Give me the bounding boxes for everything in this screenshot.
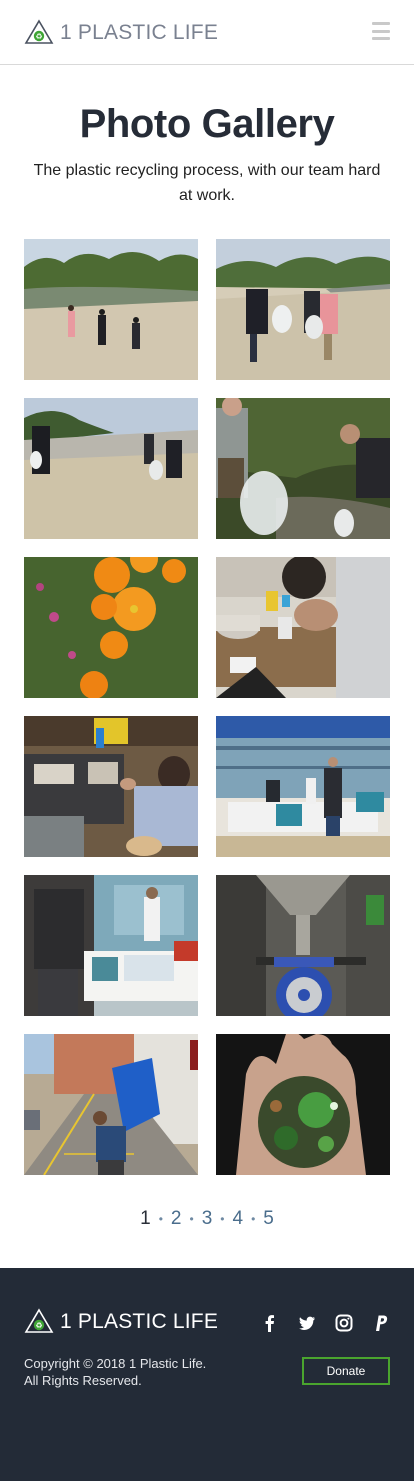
copyright-line-2: All Rights Reserved. [24,1373,142,1388]
page-link-4[interactable]: 4 [232,1208,243,1230]
pager-separator: • [220,1212,225,1226]
gallery-photo-river-cleanup-group[interactable] [24,239,198,380]
brand-logo-link[interactable]: ♻ 1 PLASTIC LIFE [24,19,218,45]
svg-text:♻: ♻ [35,1321,42,1330]
gallery-photo-lab-inspecting[interactable] [216,557,390,698]
gallery-photo-shredder-machine[interactable] [216,875,390,1016]
top-nav-bar: ♻ 1 PLASTIC LIFE [0,0,414,65]
gallery-photo-outdoor-booth[interactable] [216,716,390,857]
page-link-1[interactable]: 1 [140,1208,151,1230]
footer-brand-logo[interactable]: ♻ 1 PLASTIC LIFE [24,1308,218,1334]
page: ♻ 1 PLASTIC LIFE Photo Gallery The plast… [0,0,414,1481]
svg-text:♻: ♻ [35,32,42,41]
pagination: 1 • 2 • 3 • 4 • 5 [0,1207,414,1231]
pager-separator: • [158,1212,163,1226]
page-subtitle: The plastic recycling process, with our … [33,162,381,204]
gallery-photo-recycled-plastic-disc[interactable] [216,1034,390,1175]
site-footer: ♻ 1 PLASTIC LIFE Copyright © 2018 1 Plas… [0,1268,414,1481]
paypal-icon[interactable] [372,1314,390,1332]
gallery-photo-blue-cups-alley[interactable] [24,1034,198,1175]
gallery-photo-creek-cleanup[interactable] [216,398,390,539]
page-link-5[interactable]: 5 [263,1208,274,1230]
twitter-icon[interactable] [298,1314,316,1332]
pager-separator: • [189,1212,194,1226]
gallery-photo-orange-poppies[interactable] [24,557,198,698]
facebook-icon[interactable] [261,1314,279,1332]
social-links [261,1314,390,1332]
copyright-text: Copyright © 2018 1 Plastic Life. All Rig… [24,1355,244,1389]
page-link-2[interactable]: 2 [171,1208,182,1230]
hamburger-icon[interactable] [372,22,390,40]
page-link-3[interactable]: 3 [202,1208,213,1230]
gallery-photo-volunteers-bags[interactable] [216,239,390,380]
recycle-triangle-icon: ♻ [24,19,54,44]
instagram-icon[interactable] [335,1314,353,1332]
footer-brand-name: 1 PLASTIC LIFE [60,1309,219,1333]
brand-name: 1 PLASTIC LIFE [60,20,219,44]
copyright-line-1: Copyright © 2018 1 Plastic Life. [24,1356,207,1371]
page-title: Photo Gallery [79,102,335,146]
donate-button[interactable]: Donate [302,1357,390,1385]
pager-separator: • [251,1212,256,1226]
gallery-photo-booth-visitors[interactable] [24,875,198,1016]
recycle-triangle-icon: ♻ [24,1308,54,1333]
gallery-photo-workbench[interactable] [24,716,198,857]
photo-gallery-grid [24,239,390,1175]
gallery-photo-riverbed-walkers[interactable] [24,398,198,539]
hero-section: Photo Gallery The plastic recycling proc… [0,65,414,208]
